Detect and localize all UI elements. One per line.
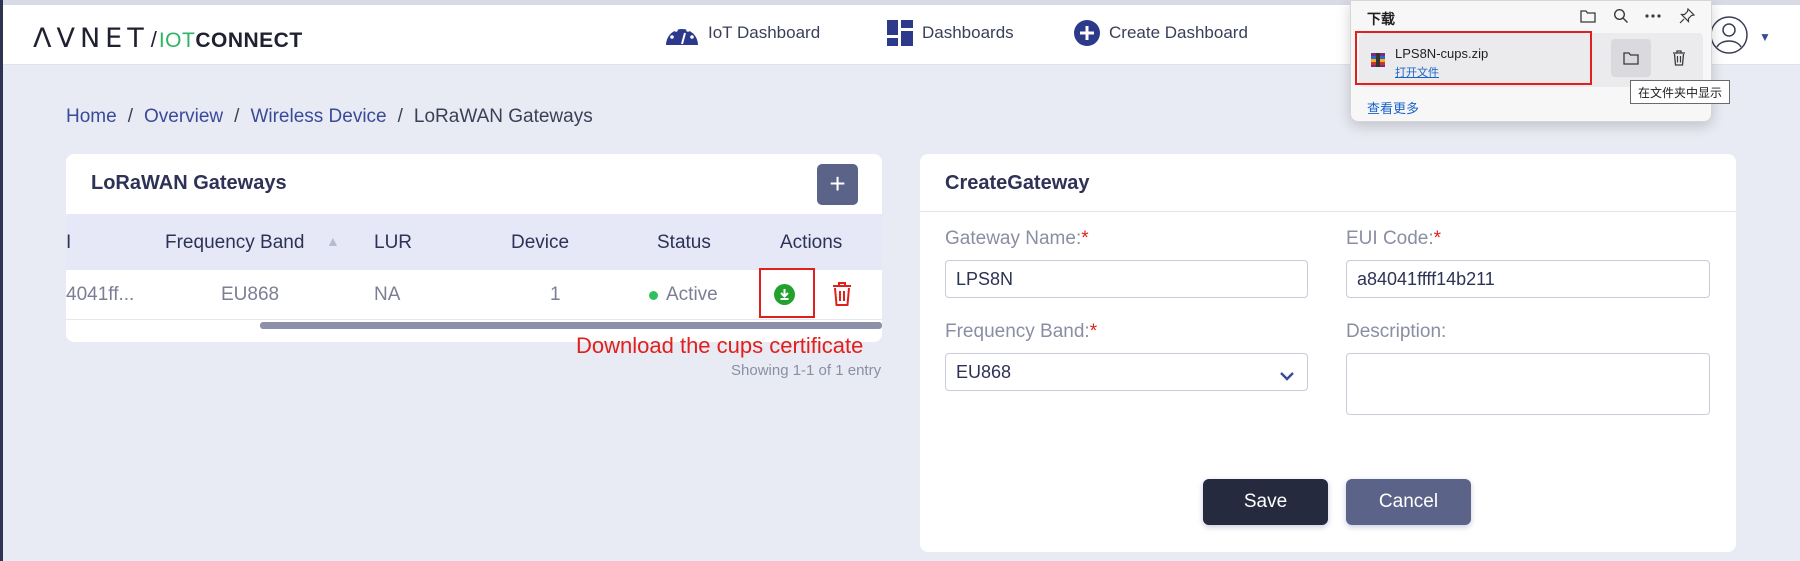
eui-code-input[interactable]: a84041ffff14b211 [1346, 260, 1710, 298]
show-in-folder-button[interactable] [1611, 39, 1651, 77]
save-button[interactable]: Save [1203, 479, 1328, 525]
cell-lur: NA [374, 284, 401, 305]
breadcrumb: Home / Overview / Wireless Device / LoRa… [66, 106, 593, 128]
logo-avnet: ΛVNET [33, 23, 149, 54]
logo-iot: IOT [158, 29, 196, 52]
card-divider [920, 211, 1736, 212]
description-textarea[interactable] [1346, 353, 1710, 415]
required-mark: * [1089, 321, 1098, 342]
gauge-icon [664, 19, 700, 47]
add-gateway-button[interactable]: + [817, 164, 858, 205]
cancel-button[interactable]: Cancel [1346, 479, 1471, 525]
create-gateway-card: CreateGateway Gateway Name:* LPS8N EUI C… [920, 154, 1736, 552]
download-annotation: Download the cups certificate [576, 333, 864, 358]
avnet-iotconnect-logo[interactable]: ΛVNET / IOT CONNECT [33, 23, 303, 54]
user-avatar[interactable] [1709, 15, 1749, 60]
cell-frequency-band: EU868 [221, 284, 280, 305]
column-header-frequency-band[interactable]: Frequency Band [165, 232, 304, 254]
column-header-actions: Actions [780, 232, 843, 253]
cell-device: 1 [550, 284, 561, 305]
search-icon[interactable] [1612, 7, 1630, 25]
eui-code-label-text: EUI Code: [1346, 228, 1434, 249]
breadcrumb-home[interactable]: Home [66, 106, 117, 128]
breadcrumb-separator: / [127, 106, 133, 127]
frequency-band-select[interactable]: EU868 [945, 353, 1308, 391]
eui-code-label: EUI Code:* [1346, 228, 1441, 250]
gateways-title: LoRaWAN Gateways [91, 172, 287, 194]
description-label: Description: [1346, 321, 1447, 342]
nav-create-dashboard-label: Create Dashboard [1109, 23, 1248, 42]
chevron-down-icon [1279, 366, 1295, 387]
column-header-device[interactable]: Device [511, 232, 569, 254]
download-item-highlight-box [1355, 31, 1592, 85]
left-edge [0, 0, 3, 561]
breadcrumb-separator: / [234, 106, 240, 127]
see-more-link[interactable]: 查看更多 [1367, 98, 1419, 117]
sort-asc-icon[interactable]: ▲ [326, 233, 340, 249]
gateway-name-label-text: Gateway Name: [945, 228, 1082, 249]
nav-iot-dashboard[interactable]: IoT Dashboard [664, 19, 820, 47]
chevron-down-icon[interactable]: ▼ [1759, 30, 1771, 44]
plus-circle-icon [1073, 19, 1101, 47]
pagination-summary: Showing 1-1 of 1 entry [731, 362, 882, 379]
pin-icon[interactable] [1678, 7, 1696, 25]
horizontal-scrollbar[interactable] [260, 322, 882, 329]
download-highlight-box [759, 268, 815, 318]
cell-id[interactable]: 4041ff... [66, 284, 134, 306]
logo-connect: CONNECT [195, 29, 303, 52]
frequency-band-selected: EU868 [956, 362, 1012, 382]
required-mark: * [1433, 228, 1442, 249]
folder-icon[interactable] [1579, 7, 1597, 25]
show-in-folder-tooltip: 在文件夹中显示 [1630, 80, 1731, 104]
column-header-lur[interactable]: LUR [374, 232, 412, 254]
downloads-title: 下载 [1367, 11, 1395, 27]
status-dot [649, 291, 658, 300]
frequency-band-label-text: Frequency Band: [945, 321, 1090, 342]
more-options-icon[interactable] [1644, 7, 1662, 25]
breadcrumb-separator: / [397, 106, 403, 127]
column-header-status[interactable]: Status [657, 232, 711, 254]
nav-iot-dashboard-label: IoT Dashboard [708, 23, 821, 42]
delete-icon[interactable] [831, 281, 853, 312]
nav-dashboards-label: Dashboards [922, 23, 1014, 42]
frequency-band-label: Frequency Band:* [945, 321, 1097, 343]
create-gateway-title: CreateGateway [945, 172, 1090, 194]
gateway-name-label: Gateway Name:* [945, 228, 1089, 250]
table-header: I Frequency Band ▲ LUR Device Status Act… [66, 214, 882, 270]
cell-status: Active [666, 284, 718, 305]
nav-create-dashboard[interactable]: Create Dashboard [1073, 19, 1248, 47]
logo-slash: / [150, 27, 157, 52]
required-mark: * [1081, 228, 1089, 249]
breadcrumb-current: LoRaWAN Gateways [413, 106, 593, 127]
dashboard-grid-icon [886, 19, 914, 47]
delete-download-button[interactable] [1659, 39, 1699, 77]
nav-dashboards[interactable]: Dashboards [886, 19, 1014, 47]
gateway-name-input[interactable]: LPS8N [945, 260, 1308, 298]
column-header-id[interactable]: I [66, 232, 71, 254]
breadcrumb-wireless-device[interactable]: Wireless Device [250, 106, 386, 128]
breadcrumb-overview[interactable]: Overview [144, 106, 223, 128]
